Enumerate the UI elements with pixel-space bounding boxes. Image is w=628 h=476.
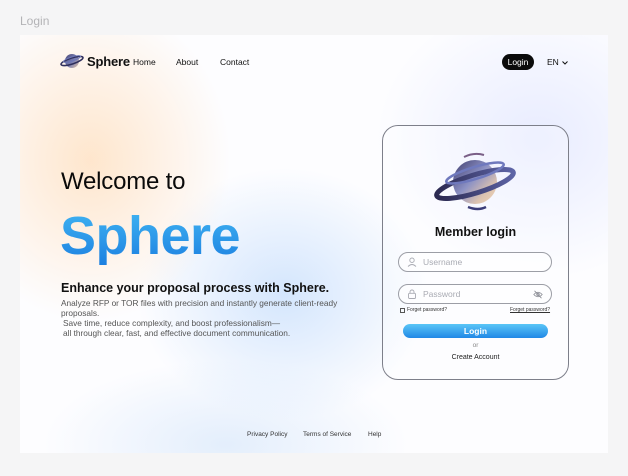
forgot-password-link[interactable]: Forget password?: [510, 307, 550, 313]
remember-checkbox[interactable]: [400, 307, 405, 313]
nav-about-link[interactable]: About: [176, 57, 198, 67]
brand-logo[interactable]: Sphere: [60, 51, 130, 71]
sphere-logo-icon: [60, 51, 84, 71]
create-account-link[interactable]: Create Account: [383, 354, 568, 361]
language-label: EN: [547, 57, 559, 67]
remember-label: Forget password?: [407, 307, 448, 313]
footer-privacy-link[interactable]: Privacy Policy: [247, 431, 287, 438]
lock-icon: [407, 289, 417, 299]
frame-label: Login: [20, 14, 50, 28]
login-card: Member login Forget password? Forget pas…: [382, 125, 569, 380]
nav-contact-link[interactable]: Contact: [220, 57, 249, 67]
hero-description: Analyze RFP or TOR files with precision …: [61, 298, 341, 338]
password-input[interactable]: [423, 289, 533, 299]
hero-description-line-2: Save time, reduce complexity, and boost …: [63, 318, 281, 328]
eye-off-icon[interactable]: [533, 290, 543, 299]
member-login-title: Member login: [434, 225, 517, 239]
language-selector[interactable]: EN: [547, 57, 568, 67]
nav-login-button[interactable]: Login: [502, 54, 534, 70]
login-page: Sphere Home About Contact Login EN Welco…: [20, 35, 608, 453]
remember-option[interactable]: Forget password?: [400, 307, 447, 313]
user-icon: [407, 257, 417, 267]
footer-help-link[interactable]: Help: [368, 431, 381, 438]
hero-description-line-3: all through clear, fast, and effective d…: [63, 328, 291, 338]
chevron-down-icon: [561, 57, 568, 67]
username-field[interactable]: [398, 252, 552, 272]
hero-tagline: Enhance your proposal process with Spher…: [61, 281, 330, 295]
welcome-heading: Welcome to: [61, 168, 186, 195]
username-input[interactable]: [423, 257, 533, 267]
hero-description-line-1: Analyze RFP or TOR files with precision …: [61, 298, 338, 318]
or-divider: or: [472, 342, 479, 349]
login-submit-button[interactable]: Login: [403, 324, 548, 338]
sphere-emblem-icon: [434, 149, 516, 220]
brand-name: Sphere: [87, 53, 130, 69]
nav-home-link[interactable]: Home: [133, 57, 156, 67]
password-field[interactable]: [398, 284, 552, 304]
hero-brand-title: Sphere: [60, 206, 241, 266]
footer-terms-link[interactable]: Terms of Service: [303, 431, 351, 438]
